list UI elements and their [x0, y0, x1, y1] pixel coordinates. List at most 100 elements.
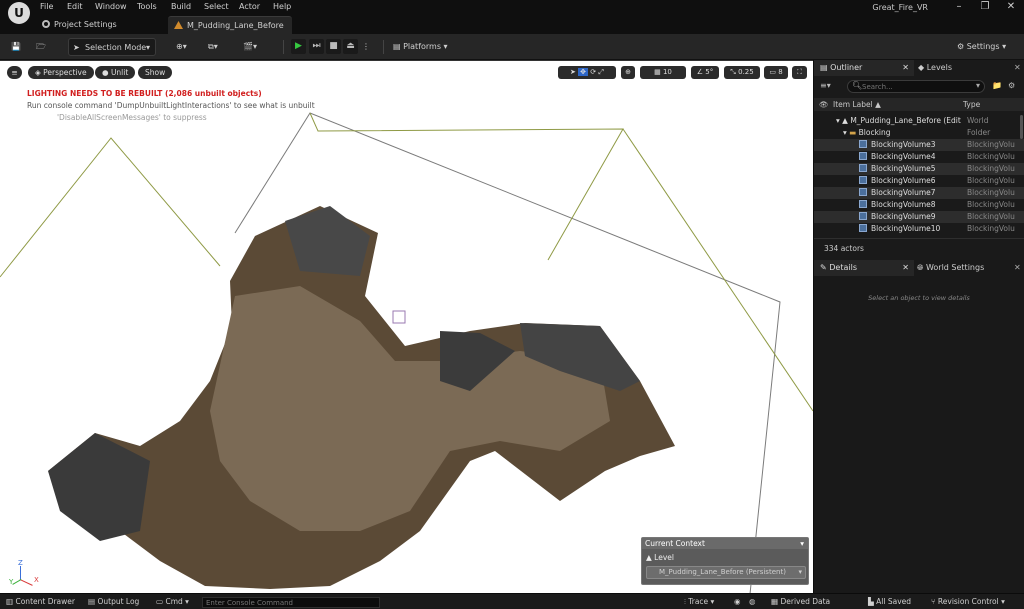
chevron-down-icon[interactable]: ▾ [800, 538, 804, 549]
console-input[interactable] [202, 597, 380, 608]
pencil-icon: ✎ [820, 263, 830, 272]
save-icon[interactable]: 💾 [9, 38, 23, 56]
list-item[interactable]: BlockingVolume4 BlockingVolu [814, 151, 1024, 163]
capture-icon[interactable]: ◉ [734, 596, 741, 608]
tab-level[interactable]: M_Pudding_Lane_Before [168, 16, 292, 34]
content-drawer-button[interactable]: ▥ Content Drawer [6, 596, 75, 608]
tab-world-settings-label: World Settings [925, 263, 985, 272]
derived-data-button[interactable]: ▦ Derived Data [771, 596, 830, 608]
column-item-label[interactable]: Item Label ▲ [833, 98, 881, 111]
close-icon[interactable]: ✕ [902, 60, 909, 76]
camera-speed[interactable]: ▭ 8 [764, 66, 788, 79]
list-item[interactable]: ▾ ▲ M_Pudding_Lane_Before (Edit World [814, 115, 1024, 127]
blueprint-icon[interactable]: ⧉▾ [208, 38, 218, 56]
add-actor-icon[interactable]: ⊕▾ [176, 38, 187, 56]
rotate-icon: ⟳ [590, 68, 597, 76]
cinematics-icon[interactable]: 🎬▾ [243, 38, 257, 56]
menu-tools[interactable]: Tools [137, 2, 157, 11]
close-icon[interactable]: ✕ [1014, 63, 1021, 72]
scale-snap[interactable]: ⤡ 0.25 [724, 66, 760, 79]
axis-gizmo: Z X Y [9, 559, 39, 587]
save-status[interactable]: ▙ All Saved [868, 596, 911, 608]
selection-mode-dropdown[interactable]: ➤ Selection Mode ▾ [68, 38, 156, 56]
content-browse-icon[interactable]: 🗁 [34, 38, 48, 56]
play-icon[interactable]: ▶ [291, 39, 306, 54]
add-folder-icon[interactable]: 📁 [992, 81, 1002, 90]
menu-actor[interactable]: Actor [239, 2, 260, 11]
more-options-icon[interactable]: ⋮ [362, 38, 370, 56]
maximize-icon[interactable]: ❐ [972, 0, 998, 14]
row-label: BlockingVolume9 [871, 212, 936, 221]
cmd-dropdown[interactable]: ▭ Cmd ▾ [156, 596, 189, 608]
trace-dropdown[interactable]: ⫶ Trace ▾ [684, 596, 714, 608]
tab-details[interactable]: ✎ Details ✕ [814, 260, 914, 276]
record-icon[interactable]: ◍ [749, 596, 756, 608]
menu-file[interactable]: File [40, 2, 53, 11]
menu-window[interactable]: Window [95, 2, 127, 11]
settings-dropdown[interactable]: ⚙ Settings ▾ [957, 38, 1006, 56]
column-type[interactable]: Type [963, 98, 980, 111]
row-label: BlockingVolume10 [871, 224, 941, 233]
row-label: BlockingVolume5 [871, 164, 936, 173]
list-item[interactable]: BlockingVolume10 BlockingVolu [814, 223, 1024, 235]
menu-edit[interactable]: Edit [67, 2, 83, 11]
filter-icon[interactable]: ≡▾ [820, 81, 831, 90]
level-icon: ▲ [646, 553, 655, 562]
unlit-button[interactable]: ● Unlit [95, 66, 136, 79]
sphere-icon: ● [102, 68, 111, 77]
maximize-viewport-icon[interactable]: ⛶ [792, 66, 807, 79]
step-icon[interactable]: ⏭ [309, 39, 324, 54]
cursor-icon: ➤ [73, 43, 80, 52]
camera-speed-value: 8 [778, 68, 783, 76]
camera-gizmo [392, 310, 406, 324]
revision-control-button[interactable]: ⑂ Revision Control ▾ [931, 596, 1005, 608]
list-item[interactable]: ▾ ▬ Blocking Folder [814, 127, 1024, 139]
eject-icon[interactable]: ⏏ [343, 39, 358, 54]
viewport-menu-icon[interactable]: ≡ [7, 66, 22, 79]
menu-build[interactable]: Build [171, 2, 191, 11]
close-icon[interactable]: ✕ [998, 0, 1024, 14]
list-item[interactable]: BlockingVolume5 BlockingVolu [814, 163, 1024, 175]
y-axis-label: Y [9, 578, 14, 586]
platforms-dropdown[interactable]: ▤ Platforms ▾ [393, 38, 448, 56]
list-item[interactable]: BlockingVolume8 BlockingVolu [814, 199, 1024, 211]
angle-snap[interactable]: ∠ 5° [691, 66, 719, 79]
menu-help[interactable]: Help [273, 2, 291, 11]
show-button[interactable]: Show [138, 66, 173, 79]
gear-icon[interactable]: ⚙ [1008, 81, 1015, 90]
visibility-icon[interactable]: 👁 [819, 98, 829, 111]
transform-tools[interactable]: ➤ ✥ ⟳ ⤢ [558, 66, 616, 79]
search-input[interactable] [862, 82, 972, 92]
menu-select[interactable]: Select [204, 2, 229, 11]
output-log-button[interactable]: ▤ Output Log [88, 596, 139, 608]
list-item[interactable]: BlockingVolume3 BlockingVolu [814, 139, 1024, 151]
outliner-search[interactable]: 🔍︎ ▾ [847, 80, 985, 93]
divider [283, 40, 284, 54]
grid-snap[interactable]: ▦ 10 [640, 66, 686, 79]
minimize-icon[interactable]: – [946, 0, 972, 14]
grid-snap-value: 10 [662, 68, 672, 76]
list-item[interactable]: BlockingVolume6 BlockingVolu [814, 175, 1024, 187]
x-axis-line [19, 579, 33, 586]
z-axis-label: Z [18, 559, 23, 567]
perspective-button[interactable]: ◈ Perspective [28, 66, 94, 79]
row-type: BlockingVolu [967, 164, 1015, 173]
tab-outliner[interactable]: ▤ Outliner ✕ [814, 60, 914, 76]
list-item[interactable]: BlockingVolume9 BlockingVolu [814, 211, 1024, 223]
stop-icon[interactable]: ■ [326, 39, 341, 54]
blocking-volume-icon [859, 188, 867, 196]
scrollbar[interactable] [1020, 115, 1023, 139]
current-context-panel: Current Context ▾ ▲ Level M_Pudding_Lane… [641, 537, 809, 585]
list-item[interactable]: BlockingVolume7 BlockingVolu [814, 187, 1024, 199]
tab-project-settings[interactable]: Project Settings [42, 16, 117, 34]
close-icon[interactable]: ✕ [902, 260, 909, 276]
close-icon[interactable]: ✕ [1014, 263, 1021, 272]
title-bar: U File Edit Window Tools Build Select Ac… [0, 0, 1024, 34]
blocking-volume-icon [859, 152, 867, 160]
world-icon[interactable]: ⊕ [621, 66, 635, 79]
unreal-logo-icon[interactable]: U [8, 2, 30, 24]
tab-levels[interactable]: ◆ Levels [918, 60, 952, 76]
level-dropdown[interactable]: M_Pudding_Lane_Before (Persistent) ▾ [646, 566, 806, 579]
level-viewport[interactable]: ≡ ◈ Perspective ● Unlit Show ➤ ✥ ⟳ ⤢ ⊕ ▦… [0, 60, 813, 593]
tab-world-settings[interactable]: 🌐︎ World Settings [917, 260, 984, 276]
